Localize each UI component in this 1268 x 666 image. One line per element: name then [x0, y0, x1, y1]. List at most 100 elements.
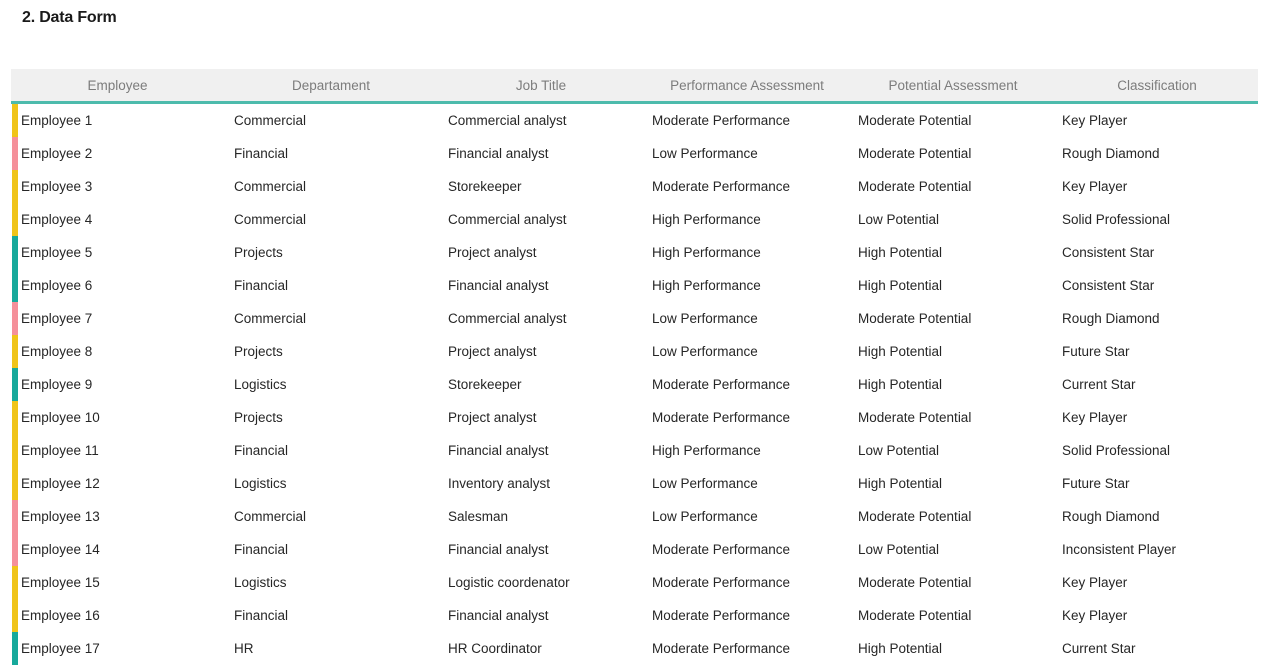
table-body: Employee 1CommercialCommercial analystMo…: [11, 104, 1258, 665]
cell-performance: Moderate Performance: [644, 542, 850, 557]
column-header-employee[interactable]: Employee: [11, 78, 224, 93]
cell-classification: Solid Professional: [1056, 443, 1258, 458]
column-header-classification[interactable]: Classification: [1056, 78, 1258, 93]
cell-job-title: Financial analyst: [438, 146, 644, 161]
cell-job-title: Logistic coordenator: [438, 575, 644, 590]
cell-employee: Employee 4: [11, 212, 224, 227]
cell-employee: Employee 7: [11, 311, 224, 326]
table-row[interactable]: Employee 1CommercialCommercial analystMo…: [11, 104, 1258, 137]
row-accent-bar: [12, 533, 18, 566]
cell-employee: Employee 14: [11, 542, 224, 557]
column-header-performance[interactable]: Performance Assessment: [644, 78, 850, 93]
cell-potential: Low Potential: [850, 212, 1056, 227]
table-row[interactable]: Employee 6FinancialFinancial analystHigh…: [11, 269, 1258, 302]
cell-classification: Key Player: [1056, 410, 1258, 425]
table-row[interactable]: Employee 13CommercialSalesmanLow Perform…: [11, 500, 1258, 533]
cell-potential: Moderate Potential: [850, 509, 1056, 524]
cell-job-title: Financial analyst: [438, 542, 644, 557]
cell-job-title: Inventory analyst: [438, 476, 644, 491]
row-accent-bar: [12, 269, 18, 302]
table-row[interactable]: Employee 14FinancialFinancial analystMod…: [11, 533, 1258, 566]
cell-performance: Moderate Performance: [644, 608, 850, 623]
cell-classification: Inconsistent Player: [1056, 542, 1258, 557]
cell-potential: High Potential: [850, 476, 1056, 491]
table-row[interactable]: Employee 16FinancialFinancial analystMod…: [11, 599, 1258, 632]
cell-employee: Employee 17: [11, 641, 224, 656]
cell-performance: High Performance: [644, 278, 850, 293]
column-header-potential[interactable]: Potential Assessment: [850, 78, 1056, 93]
cell-classification: Rough Diamond: [1056, 509, 1258, 524]
table-row[interactable]: Employee 10ProjectsProject analystModera…: [11, 401, 1258, 434]
cell-performance: High Performance: [644, 443, 850, 458]
table-row[interactable]: Employee 12LogisticsInventory analystLow…: [11, 467, 1258, 500]
table-row[interactable]: Employee 17HRHR CoordinatorModerate Perf…: [11, 632, 1258, 665]
cell-departament: Commercial: [224, 179, 438, 194]
cell-departament: Commercial: [224, 212, 438, 227]
column-header-job-title[interactable]: Job Title: [438, 78, 644, 93]
cell-departament: Commercial: [224, 113, 438, 128]
row-accent-bar: [12, 137, 18, 170]
row-accent-bar: [12, 170, 18, 203]
cell-job-title: Commercial analyst: [438, 212, 644, 227]
cell-performance: Moderate Performance: [644, 410, 850, 425]
cell-employee: Employee 10: [11, 410, 224, 425]
cell-employee: Employee 5: [11, 245, 224, 260]
cell-classification: Key Player: [1056, 179, 1258, 194]
cell-performance: High Performance: [644, 212, 850, 227]
cell-employee: Employee 11: [11, 443, 224, 458]
cell-potential: Moderate Potential: [850, 179, 1056, 194]
cell-potential: Moderate Potential: [850, 113, 1056, 128]
cell-performance: Moderate Performance: [644, 641, 850, 656]
page-title: 2. Data Form: [22, 9, 117, 27]
cell-potential: Moderate Potential: [850, 575, 1056, 590]
cell-performance: Low Performance: [644, 146, 850, 161]
cell-potential: High Potential: [850, 377, 1056, 392]
cell-classification: Rough Diamond: [1056, 146, 1258, 161]
cell-job-title: Commercial analyst: [438, 113, 644, 128]
table-row[interactable]: Employee 4CommercialCommercial analystHi…: [11, 203, 1258, 236]
cell-job-title: Financial analyst: [438, 278, 644, 293]
row-accent-bar: [12, 401, 18, 434]
row-accent-bar: [12, 434, 18, 467]
cell-departament: Financial: [224, 278, 438, 293]
row-accent-bar: [12, 467, 18, 500]
cell-performance: Low Performance: [644, 509, 850, 524]
row-accent-bar: [12, 236, 18, 269]
cell-classification: Current Star: [1056, 377, 1258, 392]
table-row[interactable]: Employee 8ProjectsProject analystLow Per…: [11, 335, 1258, 368]
cell-departament: Projects: [224, 410, 438, 425]
table-header-row: Employee Departament Job Title Performan…: [11, 69, 1258, 104]
row-accent-bar: [12, 500, 18, 533]
cell-potential: High Potential: [850, 641, 1056, 656]
row-accent-bar: [12, 632, 18, 665]
cell-performance: Moderate Performance: [644, 377, 850, 392]
row-accent-bar: [12, 368, 18, 401]
cell-classification: Current Star: [1056, 641, 1258, 656]
cell-performance: Moderate Performance: [644, 575, 850, 590]
cell-potential: High Potential: [850, 278, 1056, 293]
cell-classification: Future Star: [1056, 476, 1258, 491]
table-row[interactable]: Employee 7CommercialCommercial analystLo…: [11, 302, 1258, 335]
cell-employee: Employee 12: [11, 476, 224, 491]
table-row[interactable]: Employee 15LogisticsLogistic coordenator…: [11, 566, 1258, 599]
table-row[interactable]: Employee 11FinancialFinancial analystHig…: [11, 434, 1258, 467]
cell-job-title: Salesman: [438, 509, 644, 524]
table-row[interactable]: Employee 3CommercialStorekeeperModerate …: [11, 170, 1258, 203]
table-row[interactable]: Employee 9LogisticsStorekeeperModerate P…: [11, 368, 1258, 401]
cell-potential: High Potential: [850, 245, 1056, 260]
table-row[interactable]: Employee 2FinancialFinancial analystLow …: [11, 137, 1258, 170]
row-accent-bar: [12, 566, 18, 599]
table-row[interactable]: Employee 5ProjectsProject analystHigh Pe…: [11, 236, 1258, 269]
cell-job-title: Project analyst: [438, 410, 644, 425]
cell-departament: Financial: [224, 443, 438, 458]
cell-classification: Rough Diamond: [1056, 311, 1258, 326]
cell-job-title: HR Coordinator: [438, 641, 644, 656]
column-header-departament[interactable]: Departament: [224, 78, 438, 93]
cell-potential: Moderate Potential: [850, 311, 1056, 326]
cell-potential: Moderate Potential: [850, 608, 1056, 623]
cell-departament: Commercial: [224, 311, 438, 326]
cell-classification: Solid Professional: [1056, 212, 1258, 227]
cell-departament: Logistics: [224, 476, 438, 491]
cell-performance: Low Performance: [644, 311, 850, 326]
cell-job-title: Project analyst: [438, 245, 644, 260]
